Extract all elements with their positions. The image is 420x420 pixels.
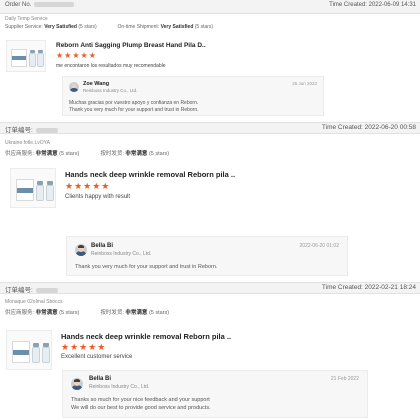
order-number: 订单编号: (5, 284, 58, 294)
product-image[interactable] (6, 330, 52, 370)
avatar (75, 244, 87, 256)
redacted-order-id (35, 287, 58, 293)
time-created: Time Created: 2022-06-20 00:58 (321, 124, 416, 131)
review-text: me encontaron los resultados muy recomen… (56, 63, 166, 69)
reply-author: Zoe Wang (83, 81, 110, 87)
reply-company: Reinboss Industry Co., Ltd. (89, 384, 150, 390)
redacted-order-id (35, 127, 58, 133)
reply-time: 25 Jun 2022 (292, 81, 317, 86)
satisfaction-row: Supplier Service: Very Satisfied (5 star… (5, 24, 214, 30)
reply-text-line: We will do our best to provide good serv… (71, 405, 211, 411)
order-card: 订单编号: Time Created: 2022-06-20 00:58 Ukr… (0, 122, 420, 282)
review-text: Excellent customer service (61, 354, 133, 360)
supplier-reply: Bella Bi Reinboss Industry Co., Ltd. 21 … (62, 370, 368, 418)
order-card: Order No. Time Created: 2022-06-09 14:31… (0, 0, 420, 122)
order-number: Order No. (5, 2, 75, 8)
product-image[interactable] (6, 40, 46, 72)
satisfaction-row: 供应商服务: 非常满意 (5 stars) 按时发货: 非常满意 (5 star… (5, 310, 170, 316)
product-title[interactable]: Reborn Anti Sagging Plump Breast Hand Pi… (56, 42, 206, 49)
reply-text-line: Thank you very much for your support and… (75, 264, 218, 270)
reply-time: 21 Feb 2022 (330, 376, 359, 382)
time-created: Time Created: 2022-06-09 14:31 (329, 2, 416, 8)
avatar (69, 82, 79, 92)
reply-time: 2022-06-20 01:02 (299, 243, 339, 249)
order-header: 订单编号: Time Created: 2022-06-20 00:58 (0, 122, 420, 134)
buyer-info: Monaque 02olmal Sboccs (5, 299, 63, 305)
order-header: 订单编号: Time Created: 2022-02-21 18:24 (0, 282, 420, 294)
rating-stars-icon: ★★★★★ (65, 181, 111, 191)
supplier-reply: Zoe Wang Reinboss Industry Co., Ltd. 25 … (62, 76, 324, 116)
reply-text-line: Thank you very much for your support and… (69, 107, 199, 113)
product-title[interactable]: Hands neck deep wrinkle removal Reborn p… (61, 332, 231, 341)
reply-text-line: Thanks so much for your nice feedback an… (71, 397, 210, 403)
product-image[interactable] (10, 168, 56, 208)
time-created: Time Created: 2022-02-21 18:24 (321, 284, 416, 291)
product-title[interactable]: Hands neck deep wrinkle removal Reborn p… (65, 170, 235, 179)
satisfaction-row: 供应商服务: 非常满意 (5 stars) 按时发货: 非常满意 (5 star… (5, 151, 170, 157)
reply-text-line: Muchas gracias por vuestro apoyo y confi… (69, 100, 199, 106)
order-header: Order No. Time Created: 2022-06-09 14:31 (0, 0, 420, 14)
reply-author: Bella Bi (89, 376, 112, 382)
order-card: 订单编号: Time Created: 2022-02-21 18:24 Mon… (0, 282, 420, 420)
review-text: Clients happy with result (65, 194, 131, 200)
reply-company: Reinboss Industry Co., Ltd. (83, 88, 138, 93)
supplier-reply: Bella Bi Reinboss Industry Co., Ltd. 202… (66, 236, 348, 276)
avatar (71, 378, 83, 390)
rating-stars-icon: ★★★★★ (61, 342, 107, 352)
order-number: 订单编号: (5, 124, 58, 134)
rating-stars-icon: ★★★★★ (56, 51, 97, 60)
buyer-info: Ukraine fotle.LvOYA (5, 140, 50, 146)
reply-author: Bella Bi (91, 243, 114, 249)
redacted-order-id (34, 2, 75, 7)
reply-company: Reinboss Industry Co., Ltd. (91, 251, 152, 257)
buyer-info: Daily Temp Service (5, 16, 48, 22)
